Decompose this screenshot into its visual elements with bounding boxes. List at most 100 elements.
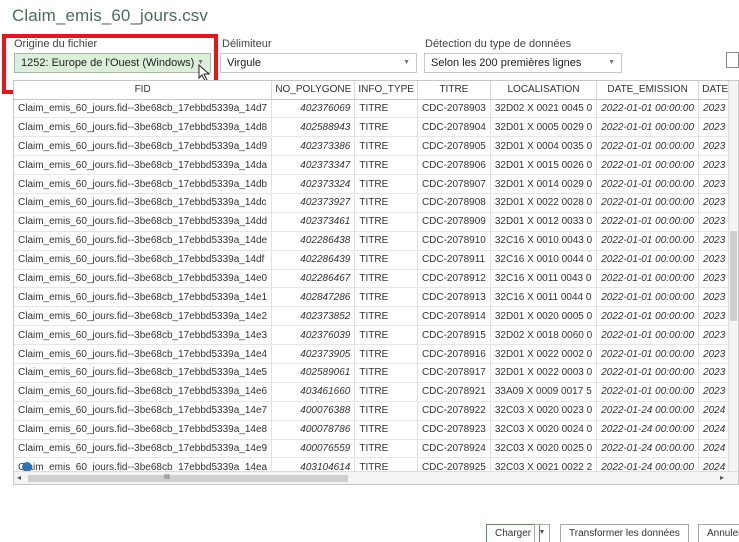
table-cell: TITRE [354, 99, 418, 119]
scroll-thumb[interactable] [730, 231, 737, 321]
table-cell: Claim_emis_60_jours.fid--3be68cb_17ebbd5… [14, 420, 273, 440]
table-cell: 32D01 X 0020 0005 0 [490, 306, 598, 327]
transform-button[interactable]: Transformer les données [560, 524, 689, 542]
table-cell: 33A09 X 0009 0017 5 [490, 382, 598, 402]
table-row: Claim_emis_60_jours.fid--3be68cb_17ebbd5… [14, 99, 738, 119]
table-cell: TITRE [354, 117, 418, 138]
table-cell: 402589061 [271, 363, 356, 383]
table-cell: 2022-01-24 00:00:00 [596, 439, 700, 459]
load-dropdown-button[interactable]: ▼ [534, 524, 550, 542]
table-cell: Claim_emis_60_jours.fid--3be68cb_17ebbd5… [14, 155, 273, 176]
table-cell: TITRE [354, 212, 418, 232]
table-cell: 402373927 [271, 193, 356, 213]
table-cell: TITRE [354, 250, 418, 270]
delimiter-select[interactable]: Virgule ▼ [220, 53, 417, 73]
detection-label: Détection du type de données [425, 38, 572, 50]
delimiter-label: Délimiteur [222, 38, 272, 50]
table-header-row: FID NO_POLYGONE INFO_TYPE TITRE LOCALISATION… [14, 81, 738, 100]
table-cell: TITRE [354, 382, 418, 402]
table-cell: 32C16 X 0010 0044 0 [490, 250, 598, 270]
table-cell: TITRE [354, 287, 418, 308]
table-cell: 2022-01-01 00:00:00 [596, 344, 700, 364]
table-cell: Claim_emis_60_jours.fid--3be68cb_17ebbd5… [14, 325, 273, 346]
column-header[interactable]: LOCALISATION [490, 81, 598, 100]
table-cell: CDC-2078923 [417, 420, 491, 440]
table-cell: 32D01 X 0004 0035 0 [490, 136, 598, 157]
cancel-button[interactable]: Annuler [698, 524, 739, 542]
table-cell: TITRE [354, 306, 418, 327]
table-cell: CDC-2078921 [417, 382, 491, 402]
horizontal-scrollbar[interactable]: ◂ III ▸ [14, 471, 738, 484]
table-cell: 2022-01-01 00:00:00 [596, 174, 700, 194]
table-cell: CDC-2078916 [417, 344, 491, 364]
table-cell: 32C16 X 0011 0044 0 [490, 287, 598, 308]
table-cell: CDC-2078914 [417, 306, 491, 327]
table-cell: TITRE [354, 325, 418, 346]
column-header[interactable]: NO_POLYGONE [271, 81, 356, 100]
table-row: Claim_emis_60_jours.fid--3be68cb_17ebbd5… [14, 306, 738, 327]
table-cell: 32C16 X 0011 0043 0 [490, 269, 598, 289]
table-cell: 32C03 X 0020 0024 0 [490, 420, 598, 440]
table-cell: Claim_emis_60_jours.fid--3be68cb_17ebbd5… [14, 231, 273, 251]
table-row: Claim_emis_60_jours.fid--3be68cb_17ebbd5… [14, 117, 738, 138]
table-cell: 2022-01-01 00:00:00 [596, 363, 700, 383]
table-cell: 2022-01-01 00:00:00 [596, 136, 700, 157]
table-cell: 32D02 X 0018 0060 0 [490, 325, 598, 346]
table-cell: 402373905 [271, 344, 356, 364]
table-row: Claim_emis_60_jours.fid--3be68cb_17ebbd5… [14, 231, 738, 251]
table-cell: 2022-01-01 00:00:00 [596, 212, 700, 232]
table-row: Claim_emis_60_jours.fid--3be68cb_17ebbd5… [14, 174, 738, 194]
table-row: Claim_emis_60_jours.fid--3be68cb_17ebbd5… [14, 269, 738, 289]
column-header[interactable]: FID [14, 81, 273, 100]
table-row: Claim_emis_60_jours.fid--3be68cb_17ebbd5… [14, 420, 738, 440]
scroll-thumb[interactable] [28, 475, 348, 482]
table-cell: Claim_emis_60_jours.fid--3be68cb_17ebbd5… [14, 344, 273, 364]
data-table: FID NO_POLYGONE INFO_TYPE TITRE LOCALISATION… [14, 81, 738, 478]
table-cell: CDC-2078905 [417, 136, 491, 157]
column-header[interactable]: DATE_EMISSION [596, 81, 700, 100]
table-row: Claim_emis_60_jours.fid--3be68cb_17ebbd5… [14, 155, 738, 176]
load-button[interactable]: Charger [486, 524, 541, 542]
file-icon[interactable] [726, 52, 739, 68]
table-cell: CDC-2078922 [417, 401, 491, 421]
info-row [14, 461, 738, 471]
table-cell: 2022-01-01 00:00:00 [596, 269, 700, 289]
table-cell: CDC-2078907 [417, 174, 491, 194]
table-cell: 2022-01-01 00:00:00 [596, 231, 700, 251]
table-cell: Claim_emis_60_jours.fid--3be68cb_17ebbd5… [14, 401, 273, 421]
scroll-left-icon[interactable]: ◂ [17, 473, 21, 482]
table-cell: 402376069 [271, 99, 356, 119]
table-cell: 2022-01-01 00:00:00 [596, 250, 700, 270]
scroll-right-icon[interactable]: ▸ [720, 473, 724, 482]
table-cell: Claim_emis_60_jours.fid--3be68cb_17ebbd5… [14, 99, 273, 119]
table-cell: CDC-2078908 [417, 193, 491, 213]
table-row: Claim_emis_60_jours.fid--3be68cb_17ebbd5… [14, 136, 738, 157]
column-header[interactable]: INFO_TYPE [354, 81, 418, 100]
table-cell: Claim_emis_60_jours.fid--3be68cb_17ebbd5… [14, 439, 273, 459]
detection-select[interactable]: Selon les 200 premières lignes ▼ [424, 53, 622, 73]
table-cell: 2022-01-01 00:00:00 [596, 306, 700, 327]
table-cell: CDC-2078910 [417, 231, 491, 251]
table-cell: 32D01 X 0022 0002 0 [490, 344, 598, 364]
table-cell: 2022-01-01 00:00:00 [596, 325, 700, 346]
delimiter-value: Virgule [227, 57, 262, 69]
table-row: Claim_emis_60_jours.fid--3be68cb_17ebbd5… [14, 287, 738, 308]
table-cell: Claim_emis_60_jours.fid--3be68cb_17ebbd5… [14, 382, 273, 402]
table-cell: Claim_emis_60_jours.fid--3be68cb_17ebbd5… [14, 363, 273, 383]
column-header[interactable]: TITRE [417, 81, 491, 100]
table-cell: TITRE [354, 174, 418, 194]
grip-icon: III [164, 474, 170, 481]
vertical-scrollbar[interactable] [728, 81, 738, 484]
table-cell: 2022-01-01 00:00:00 [596, 287, 700, 308]
chevron-down-icon: ▼ [608, 59, 615, 66]
table-cell: TITRE [354, 401, 418, 421]
table-row: Claim_emis_60_jours.fid--3be68cb_17ebbd5… [14, 193, 738, 213]
table-cell: 2022-01-01 00:00:00 [596, 193, 700, 213]
table-row: Claim_emis_60_jours.fid--3be68cb_17ebbd5… [14, 344, 738, 364]
table-cell: 402588943 [271, 117, 356, 138]
table-cell: Claim_emis_60_jours.fid--3be68cb_17ebbd5… [14, 306, 273, 327]
chevron-down-icon: ▼ [403, 59, 410, 66]
table-row: Claim_emis_60_jours.fid--3be68cb_17ebbd5… [14, 363, 738, 383]
table-cell: 402286438 [271, 231, 356, 251]
table-row: Claim_emis_60_jours.fid--3be68cb_17ebbd5… [14, 250, 738, 270]
